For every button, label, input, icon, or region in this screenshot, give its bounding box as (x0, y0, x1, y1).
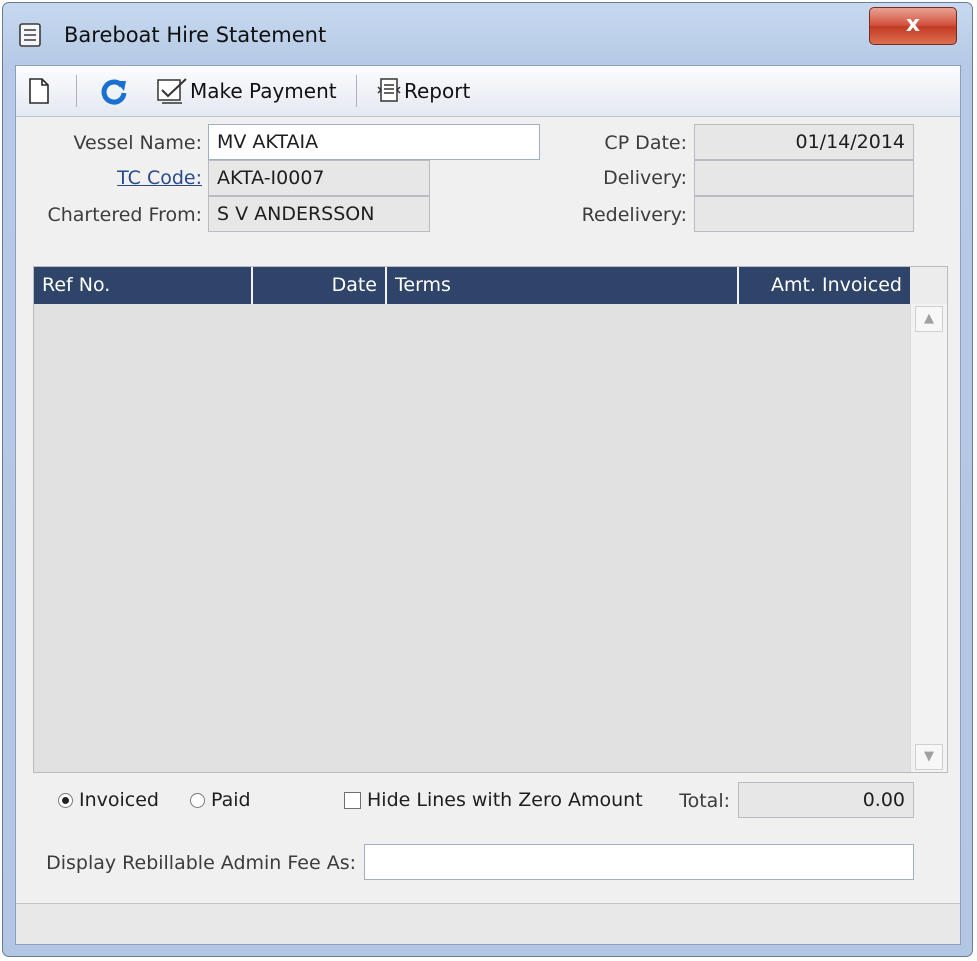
chartered-from-label: Chartered From: (47, 204, 202, 226)
title-bar: Bareboat Hire Statement x (3, 3, 972, 69)
hide-zero-checkbox[interactable]: Hide Lines with Zero Amount (344, 784, 643, 816)
new-button[interactable] (28, 74, 50, 108)
grid-corner (910, 267, 947, 304)
column-header-date[interactable]: Date (253, 267, 385, 304)
tc-code-link[interactable]: TC Code: (16, 167, 202, 189)
vessel-name-label: Vessel Name: (73, 132, 202, 154)
column-header-amt-invoiced[interactable]: Amt. Invoiced (739, 267, 910, 304)
paid-label: Paid (211, 789, 251, 811)
hide-zero-label: Hide Lines with Zero Amount (367, 789, 643, 811)
make-payment-label: Make Payment (190, 79, 337, 103)
close-button[interactable]: x (869, 7, 957, 45)
tc-code-field: AKTA-I0007 (208, 160, 430, 196)
status-bar (16, 903, 960, 944)
invoiced-label: Invoiced (79, 789, 159, 811)
vessel-name-field[interactable]: MV AKTAIA (208, 124, 540, 160)
report-icon (377, 78, 401, 102)
statement-grid: Ref No. Date Terms Amt. Invoiced ▲ ▼ (33, 266, 948, 773)
toolbar: Make Payment Report (16, 66, 960, 117)
chartered-from-field: S V ANDERSSON (208, 196, 430, 232)
delivery-label: Delivery: (603, 167, 687, 189)
window-title: Bareboat Hire Statement (64, 23, 327, 47)
cp-date-field: 01/14/2014 (694, 124, 914, 160)
grid-header: Ref No. Date Terms Amt. Invoiced (34, 267, 910, 304)
scroll-down-button[interactable]: ▼ (915, 744, 943, 770)
invoiced-radio[interactable]: Invoiced (58, 784, 159, 816)
invoiced-radio-dot (58, 792, 73, 808)
total-label: Total: (679, 790, 730, 812)
column-header-ref-no[interactable]: Ref No. (34, 267, 251, 304)
delivery-field (694, 160, 914, 196)
scroll-up-button[interactable]: ▲ (915, 306, 943, 332)
report-button[interactable]: Report (376, 74, 470, 108)
total-field: 0.00 (738, 782, 914, 818)
redelivery-label: Redelivery: (581, 204, 687, 226)
make-payment-button[interactable]: Make Payment (156, 74, 337, 108)
new-icon (29, 78, 49, 104)
report-label: Report (404, 79, 471, 103)
admin-fee-label: Display Rebillable Admin Fee As: (46, 852, 356, 874)
window: Bareboat Hire Statement x Make Payment R… (2, 2, 973, 957)
admin-fee-field[interactable] (364, 844, 914, 880)
paid-radio[interactable]: Paid (190, 784, 251, 816)
toolbar-separator (76, 75, 77, 107)
column-header-terms[interactable]: Terms (387, 267, 737, 304)
vertical-scrollbar[interactable]: ▲ ▼ (910, 304, 947, 772)
make-payment-icon (157, 78, 187, 104)
redelivery-field (694, 196, 914, 232)
document-icon (19, 23, 41, 47)
hide-zero-checkbox-box (344, 791, 361, 809)
cp-date-label: CP Date: (604, 132, 687, 154)
client-area: Make Payment Report Vessel Name: MV AKTA… (15, 65, 961, 945)
refresh-icon (101, 79, 127, 105)
refresh-button[interactable] (100, 74, 128, 108)
toolbar-separator (356, 75, 357, 107)
paid-radio-dot (190, 792, 205, 808)
